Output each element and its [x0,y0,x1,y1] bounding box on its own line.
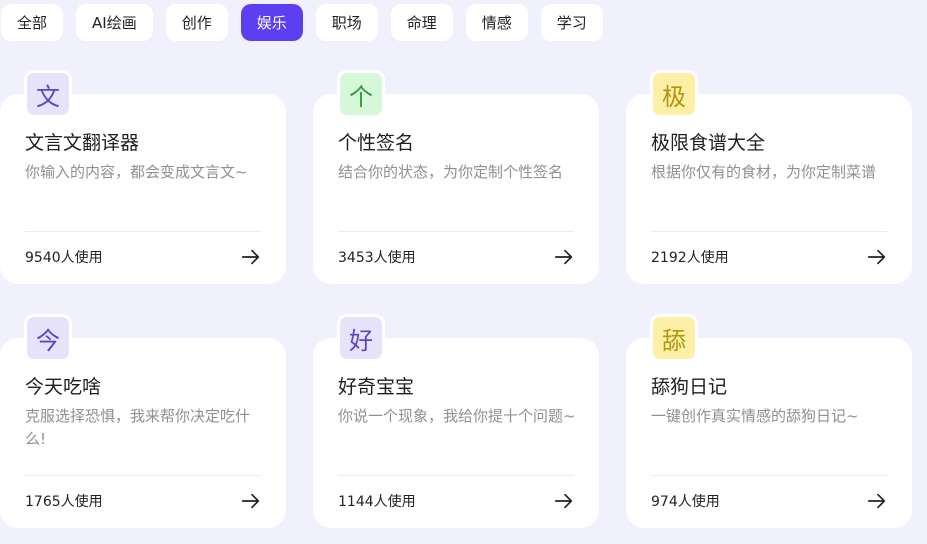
card-what-to-eat[interactable]: 今 今天吃啥 克服选择恐惧，我来帮你决定吃什么! 1765人使用 [0,314,286,528]
card-description: 一键创作真实情感的舔狗日记~ [651,407,859,425]
card-title: 极限食谱大全 [651,132,766,154]
arrow-right-icon[interactable] [866,490,888,512]
card-badge-icon: 个 [337,70,385,118]
tab-all[interactable]: 全部 [1,4,64,41]
card-divider [651,231,887,232]
card-badge-icon: 舔 [650,314,698,362]
card-title: 今天吃啥 [25,376,102,398]
tab-creation[interactable]: 创作 [165,4,228,41]
card-description: 你输入的内容，都会变成文言文~ [25,163,248,181]
card-divider [25,475,261,476]
card-usage-count: 2192人使用 [651,250,729,266]
card-badge-icon: 好 [337,314,385,362]
card-usage-count: 9540人使用 [25,250,103,266]
tab-emotion[interactable]: 情感 [465,4,528,41]
card-divider [338,475,574,476]
tab-ai-painting[interactable]: AI绘画 [76,4,153,41]
arrow-right-icon[interactable] [240,246,262,268]
card-usage-count: 3453人使用 [338,250,416,266]
arrow-right-icon[interactable] [866,246,888,268]
card-title: 个性签名 [338,132,415,154]
card-personal-signature[interactable]: 个 个性签名 结合你的状态，为你定制个性签名 3453人使用 [313,70,599,284]
card-divider [338,231,574,232]
card-usage-count: 1144人使用 [338,494,416,510]
card-usage-count: 1765人使用 [25,494,103,510]
card-divider [25,231,261,232]
tab-study[interactable]: 学习 [540,4,603,41]
card-classical-translator[interactable]: 文 文言文翻译器 你输入的内容，都会变成文言文~ 9540人使用 [0,70,286,284]
card-description: 你说一个现象，我给你提十个问题~ [338,407,576,425]
card-badge-icon: 极 [650,70,698,118]
card-title: 文言文翻译器 [25,132,140,154]
card-badge-icon: 文 [24,70,72,118]
category-tabs: 全部 AI绘画 创作 娱乐 职场 命理 情感 学习 [0,4,603,41]
tab-entertainment[interactable]: 娱乐 [240,4,303,41]
card-description: 根据你仅有的食材，为你定制菜谱 [651,163,877,181]
card-description: 克服选择恐惧，我来帮你决定吃什么! [25,407,251,448]
arrow-right-icon[interactable] [240,490,262,512]
card-simp-diary[interactable]: 舔 舔狗日记 一键创作真实情感的舔狗日记~ 974人使用 [626,314,912,528]
tab-workplace[interactable]: 职场 [315,4,378,41]
arrow-right-icon[interactable] [553,246,575,268]
tab-fortune[interactable]: 命理 [390,4,453,41]
card-description: 结合你的状态，为你定制个性签名 [338,163,564,181]
card-divider [651,475,887,476]
card-title: 好奇宝宝 [338,376,415,398]
card-badge-icon: 今 [24,314,72,362]
card-extreme-recipes[interactable]: 极 极限食谱大全 根据你仅有的食材，为你定制菜谱 2192人使用 [626,70,912,284]
card-title: 舔狗日记 [651,376,728,398]
card-curious-baby[interactable]: 好 好奇宝宝 你说一个现象，我给你提十个问题~ 1144人使用 [313,314,599,528]
card-usage-count: 974人使用 [651,494,720,510]
arrow-right-icon[interactable] [553,490,575,512]
